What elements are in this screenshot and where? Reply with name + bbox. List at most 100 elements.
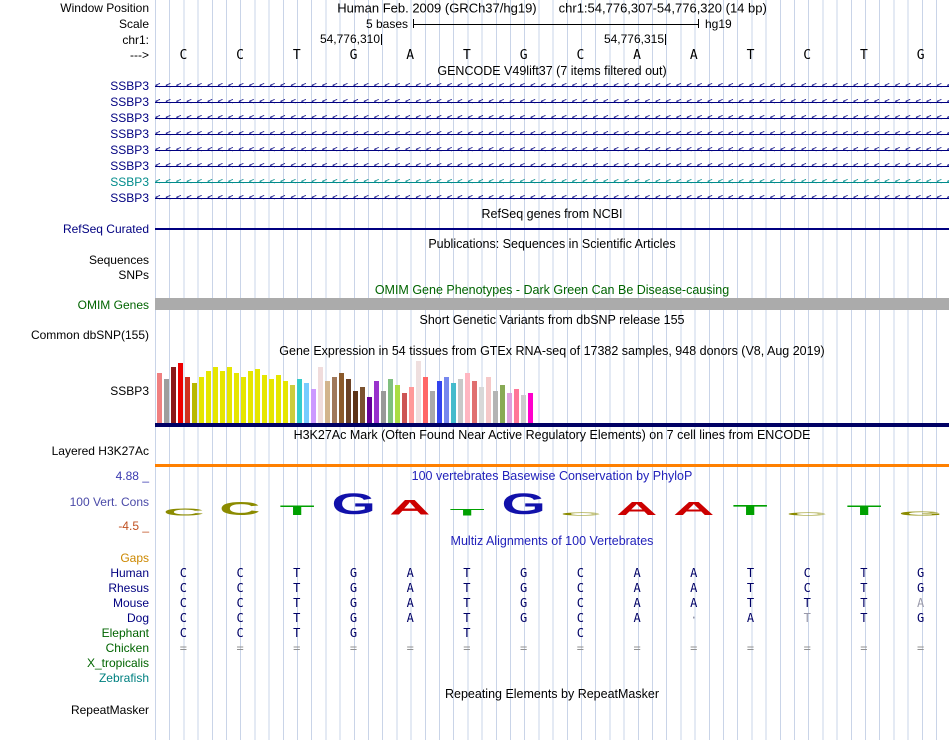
gtex-tissue-bar[interactable] <box>199 377 204 423</box>
gtex-tissue-bar[interactable] <box>255 369 260 423</box>
gene-label[interactable]: SSBP3 <box>0 127 155 141</box>
gtex-tissue-bar[interactable] <box>227 367 232 423</box>
gtex-tissue-bar[interactable] <box>311 389 316 423</box>
gene-label[interactable]: SSBP3 <box>0 79 155 93</box>
gtex-tissue-bar[interactable] <box>171 367 176 423</box>
gtex-tissue-bar[interactable] <box>430 391 435 423</box>
gtex-tissue-bar[interactable] <box>241 377 246 423</box>
gtex-tissue-bar[interactable] <box>479 387 484 423</box>
gtex-tissue-bar[interactable] <box>178 363 183 423</box>
gtex-tissue-bar[interactable] <box>206 371 211 423</box>
species-alignment-content[interactable]: CCTGATGCAATCTG <box>155 580 949 595</box>
gene-transcript-line[interactable]: <<<<<<<<<<<<<<<<<<<<<<<<<<<<<<<<<<<<<<<<… <box>155 174 949 190</box>
gene-label[interactable]: SSBP3 <box>0 175 155 189</box>
gtex-tissue-bar[interactable] <box>486 377 491 423</box>
repeatmasker-label[interactable]: RepeatMasker <box>0 703 155 717</box>
gtex-tissue-bar[interactable] <box>374 381 379 423</box>
gtex-tissue-bar[interactable] <box>248 371 253 423</box>
species-alignment-content[interactable]: CCTGTC <box>155 625 949 640</box>
gtex-tissue-bar[interactable] <box>276 375 281 423</box>
gtex-tissue-bar[interactable] <box>381 391 386 423</box>
species-label[interactable]: Zebrafish <box>0 671 155 685</box>
reference-sequence-content[interactable]: CCTGATGCAATCTG <box>155 47 949 63</box>
omim-genes-label[interactable]: OMIM Genes <box>0 298 155 312</box>
gtex-tissue-bar[interactable] <box>339 373 344 423</box>
gene-label[interactable]: SSBP3 <box>0 111 155 125</box>
gtex-tissue-bar[interactable] <box>493 391 498 423</box>
species-alignment-content[interactable]: = = = = = = = = = = = = = = <box>155 640 949 655</box>
h3k27ac-label[interactable]: Layered H3K27Ac <box>0 444 155 458</box>
gtex-tissue-bar[interactable] <box>290 385 295 423</box>
refseq-curated-label[interactable]: RefSeq Curated <box>0 222 155 236</box>
gene-label[interactable]: SSBP3 <box>0 143 155 157</box>
gene-transcript-line[interactable]: <<<<<<<<<<<<<<<<<<<<<<<<<<<<<<<<<<<<<<<<… <box>155 110 949 126</box>
gtex-tissue-bar[interactable] <box>528 393 533 423</box>
gtex-tissue-bar[interactable] <box>367 397 372 423</box>
species-label[interactable]: Mouse <box>0 596 155 610</box>
species-label[interactable]: Chicken <box>0 641 155 655</box>
gtex-tissue-bar[interactable] <box>304 383 309 423</box>
gtex-tissue-bar[interactable] <box>269 379 274 423</box>
species-alignment-content[interactable]: CCTGATGCAATTTA <box>155 595 949 610</box>
gtex-tissue-bar[interactable] <box>325 381 330 423</box>
gtex-tissue-bar[interactable] <box>164 379 169 423</box>
gtex-tissue-bar[interactable] <box>360 387 365 423</box>
gene-transcript-line[interactable]: <<<<<<<<<<<<<<<<<<<<<<<<<<<<<<<<<<<<<<<<… <box>155 190 949 206</box>
gtex-tissue-bar[interactable] <box>437 381 442 423</box>
species-alignment-content[interactable] <box>155 655 949 670</box>
species-label[interactable]: Rhesus <box>0 581 155 595</box>
species-label[interactable]: Dog <box>0 611 155 625</box>
gtex-tissue-bar[interactable] <box>458 379 463 423</box>
gtex-tissue-bar[interactable] <box>444 377 449 423</box>
gtex-tissue-bar[interactable] <box>262 375 267 423</box>
gtex-tissue-bar[interactable] <box>514 389 519 423</box>
gtex-tissue-bar[interactable] <box>185 377 190 423</box>
gtex-tissue-bar[interactable] <box>521 395 526 423</box>
h3k27ac-signal-line[interactable] <box>155 464 949 467</box>
dbsnp-label[interactable]: Common dbSNP(155) <box>0 328 155 342</box>
species-alignment-content[interactable]: C C T G A T G C A · A T T G <box>155 610 949 625</box>
sequences-label[interactable]: Sequences <box>0 253 155 267</box>
species-alignment-content[interactable] <box>155 550 949 565</box>
refseq-curated-track[interactable] <box>155 228 949 230</box>
gtex-tissue-bar[interactable] <box>402 393 407 423</box>
gtex-tissue-bar[interactable] <box>500 385 505 423</box>
gtex-tissue-bar[interactable] <box>423 377 428 423</box>
omim-genes-track[interactable] <box>155 298 949 310</box>
gene-transcript-line[interactable]: <<<<<<<<<<<<<<<<<<<<<<<<<<<<<<<<<<<<<<<<… <box>155 126 949 142</box>
gene-label[interactable]: SSBP3 <box>0 95 155 109</box>
gene-transcript-line[interactable]: <<<<<<<<<<<<<<<<<<<<<<<<<<<<<<<<<<<<<<<<… <box>155 78 949 94</box>
gtex-tissue-bar[interactable] <box>388 379 393 423</box>
species-alignment-content[interactable] <box>155 670 949 685</box>
gene-transcript-line[interactable]: <<<<<<<<<<<<<<<<<<<<<<<<<<<<<<<<<<<<<<<<… <box>155 94 949 110</box>
gtex-tissue-bar[interactable] <box>192 383 197 423</box>
gene-label[interactable]: SSBP3 <box>0 191 155 205</box>
gtex-tissue-bar[interactable] <box>416 361 421 423</box>
gtex-tissue-bar[interactable] <box>297 379 302 423</box>
species-label[interactable]: Elephant <box>0 626 155 640</box>
gtex-tissue-bar[interactable] <box>283 381 288 423</box>
gtex-tissue-bar[interactable] <box>395 385 400 423</box>
species-label[interactable]: Gaps <box>0 551 155 565</box>
gtex-tissue-bar[interactable] <box>346 379 351 423</box>
gtex-bars[interactable] <box>157 361 533 423</box>
gtex-tissue-bar[interactable] <box>353 391 358 423</box>
conservation-track-label[interactable]: 100 Vert. Cons <box>0 495 155 509</box>
gtex-gene-label[interactable]: SSBP3 <box>0 384 155 398</box>
gene-transcript-line[interactable]: <<<<<<<<<<<<<<<<<<<<<<<<<<<<<<<<<<<<<<<<… <box>155 158 949 174</box>
species-alignment-content[interactable]: CCTGATGCAATCTG <box>155 565 949 580</box>
snps-label[interactable]: SNPs <box>0 268 155 282</box>
gtex-tissue-bar[interactable] <box>220 371 225 423</box>
species-label[interactable]: Human <box>0 566 155 580</box>
gene-label[interactable]: SSBP3 <box>0 159 155 173</box>
gene-transcript-line[interactable]: <<<<<<<<<<<<<<<<<<<<<<<<<<<<<<<<<<<<<<<<… <box>155 142 949 158</box>
gtex-tissue-bar[interactable] <box>157 373 162 423</box>
species-label[interactable]: X_tropicalis <box>0 656 155 670</box>
gtex-tissue-bar[interactable] <box>409 387 414 423</box>
gtex-tissue-bar[interactable] <box>332 377 337 423</box>
gtex-tissue-bar[interactable] <box>472 381 477 423</box>
gtex-tissue-bar[interactable] <box>507 393 512 423</box>
gtex-tissue-bar[interactable] <box>451 383 456 423</box>
gtex-tissue-bar[interactable] <box>318 367 323 423</box>
gtex-tissue-bar[interactable] <box>213 367 218 423</box>
